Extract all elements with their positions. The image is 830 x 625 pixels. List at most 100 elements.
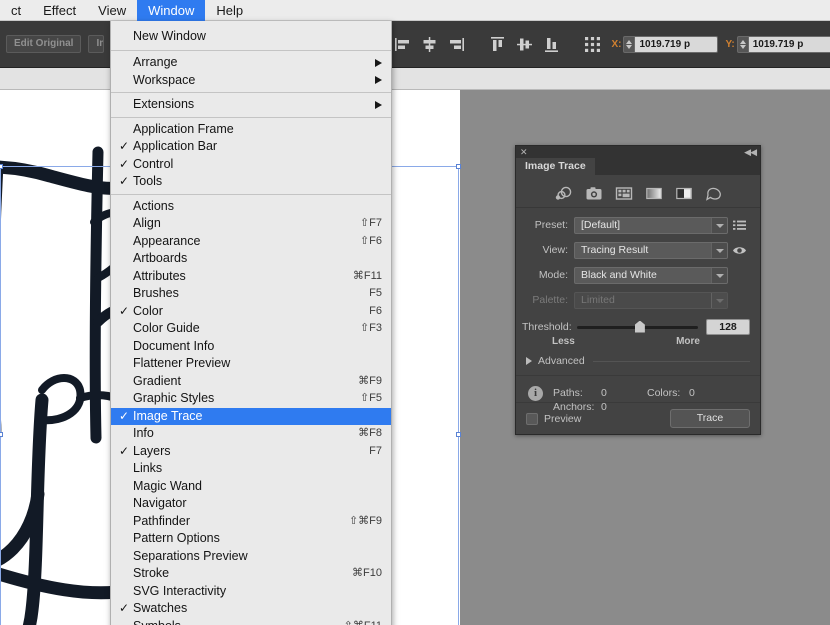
menu-item-label: Color [133, 303, 163, 318]
collapse-panel-icon[interactable]: ◀◀ [744, 146, 757, 158]
menu-item-stroke[interactable]: Stroke ⌘F10 [111, 565, 391, 583]
menu-item-swatches[interactable]: ✓ Swatches [111, 600, 391, 618]
illustrator-window: w) Edit Original Ima [0, 0, 830, 625]
menu-shortcut: ⇧⌘F11 [344, 618, 382, 625]
threshold-slider[interactable] [576, 320, 698, 333]
y-stepper[interactable] [736, 35, 748, 53]
view-toggle-button[interactable] [728, 242, 750, 259]
align-right-icon[interactable] [448, 36, 465, 53]
high-color-icon[interactable] [585, 186, 602, 200]
menu-item-tools[interactable]: ✓ Tools [111, 173, 391, 191]
disclosure-triangle-icon[interactable] [526, 357, 532, 365]
menu-item-brushes[interactable]: Brushes F5 [111, 285, 391, 303]
x-input[interactable]: 1019.719 p [634, 35, 719, 53]
menu-object[interactable]: ct [0, 0, 32, 21]
tab-image-trace[interactable]: Image Trace [516, 158, 595, 175]
window-dropdown-menu[interactable]: New Window Arrange Workspace Extensions … [110, 21, 392, 625]
menu-item-workspace[interactable]: Workspace [111, 72, 391, 90]
paths-label: Paths: [553, 387, 583, 399]
menu-item-align[interactable]: Align ⇧F7 [111, 215, 391, 233]
menu-divider [111, 50, 391, 51]
y-input[interactable]: 1019.719 p [747, 35, 830, 53]
menu-item-info[interactable]: Info ⌘F8 [111, 425, 391, 443]
menu-item-svg-interactivity[interactable]: SVG Interactivity [111, 583, 391, 601]
menu-item-label: Links [133, 461, 163, 475]
menu-view[interactable]: View [87, 0, 137, 21]
threshold-slider-handle[interactable] [634, 320, 645, 333]
menu-item-gradient[interactable]: Gradient ⌘F9 [111, 373, 391, 391]
menu-window[interactable]: Window [137, 0, 206, 21]
preview-checkbox[interactable] [526, 412, 538, 425]
auto-color-icon[interactable] [555, 186, 572, 200]
x-coordinate-field[interactable]: 1019.719 p [623, 35, 719, 53]
menu-item-attributes[interactable]: Attributes ⌘F11 [111, 268, 391, 286]
menu-item-pathfinder[interactable]: Pathfinder ⇧⌘F9 [111, 513, 391, 531]
x-stepper[interactable] [623, 35, 635, 53]
menu-item-artboards[interactable]: Artboards [111, 250, 391, 268]
menu-item-navigator[interactable]: Navigator [111, 495, 391, 513]
menu-item-label: Align [133, 216, 161, 230]
menu-help[interactable]: Help [205, 0, 254, 21]
view-select[interactable]: Tracing Result [574, 241, 728, 259]
view-row: View: Tracing Result [526, 239, 750, 261]
menu-item-label: Swatches [133, 601, 188, 615]
menu-shortcut: ⇧⌘F9 [348, 514, 382, 527]
mode-select[interactable]: Black and White [574, 266, 728, 284]
reference-point-icon[interactable] [584, 36, 601, 53]
menu-item-pattern-options[interactable]: Pattern Options [111, 530, 391, 548]
menu-item-symbols[interactable]: Symbols ⇧⌘F11 [111, 618, 391, 625]
image-trace-button[interactable]: Ima [88, 35, 105, 53]
trace-button[interactable]: Trace [670, 409, 750, 428]
low-color-icon[interactable] [615, 186, 632, 200]
menu-item-control[interactable]: ✓ Control [111, 156, 391, 174]
menu-item-arrange[interactable]: Arrange [111, 54, 391, 72]
threshold-min-label: Less [552, 336, 575, 347]
preset-select[interactable]: [Default] [574, 216, 728, 234]
edit-original-button[interactable]: Edit Original [6, 35, 82, 53]
divider [592, 360, 750, 362]
grayscale-icon[interactable] [645, 186, 662, 200]
align-center-horizontal-icon[interactable] [421, 36, 438, 53]
threshold-input[interactable]: 128 [706, 319, 750, 335]
menu-item-label: Document Info [133, 338, 215, 353]
menu-effect[interactable]: Effect [32, 0, 87, 21]
menu-item-extensions[interactable]: Extensions [111, 96, 391, 114]
menu-item-label: Magic Wand [133, 478, 203, 493]
menu-item-appearance[interactable]: Appearance ⇧F6 [111, 233, 391, 251]
menu-item-label: Image Trace [133, 408, 203, 423]
menu-item-document-info[interactable]: Document Info [111, 338, 391, 356]
menu-item-magic-wand[interactable]: Magic Wand [111, 478, 391, 496]
align-left-icon[interactable] [394, 36, 411, 53]
menu-item-application-frame[interactable]: Application Frame [111, 121, 391, 139]
y-coordinate-field[interactable]: 1019.719 p [736, 35, 830, 53]
outline-icon[interactable] [705, 186, 722, 201]
align-bottom-icon[interactable] [543, 36, 560, 53]
close-icon[interactable]: ✕ [520, 147, 528, 157]
preview-label: Preview [544, 412, 582, 425]
colors-value: 0 [689, 387, 695, 399]
preset-menu-button[interactable] [728, 217, 750, 234]
menu-item-links[interactable]: Links [111, 460, 391, 478]
menu-item-color[interactable]: ✓ Color F6 [111, 303, 391, 321]
menu-item-graphic-styles[interactable]: Graphic Styles ⇧F5 [111, 390, 391, 408]
menu-item-actions[interactable]: Actions [111, 198, 391, 216]
menu-item-color-guide[interactable]: Color Guide ⇧F3 [111, 320, 391, 338]
menu-shortcut: ⌘F9 [358, 374, 382, 387]
menu-item-new-window[interactable]: New Window [111, 25, 391, 47]
menu-item-image-trace[interactable]: ✓ Image Trace [111, 407, 391, 425]
advanced-section-toggle[interactable]: Advanced [516, 347, 760, 367]
panel-title-bar[interactable]: ✕ ◀◀ [516, 146, 760, 158]
menu-item-separations-preview[interactable]: Separations Preview [111, 548, 391, 566]
chevron-down-icon[interactable] [711, 267, 727, 283]
view-label: View: [542, 244, 569, 256]
panel-menu-icon [732, 220, 746, 230]
menu-item-flattener-preview[interactable]: Flattener Preview [111, 355, 391, 373]
align-top-icon[interactable] [489, 36, 506, 53]
menu-item-application-bar[interactable]: ✓ Application Bar [111, 138, 391, 156]
black-and-white-icon[interactable] [675, 186, 692, 200]
chevron-down-icon[interactable] [711, 217, 727, 233]
chevron-down-icon[interactable] [711, 242, 727, 258]
align-middle-vertical-icon[interactable] [516, 36, 533, 53]
menu-shortcut: F5 [369, 287, 382, 299]
menu-item-layers[interactable]: ✓ Layers F7 [111, 443, 391, 461]
